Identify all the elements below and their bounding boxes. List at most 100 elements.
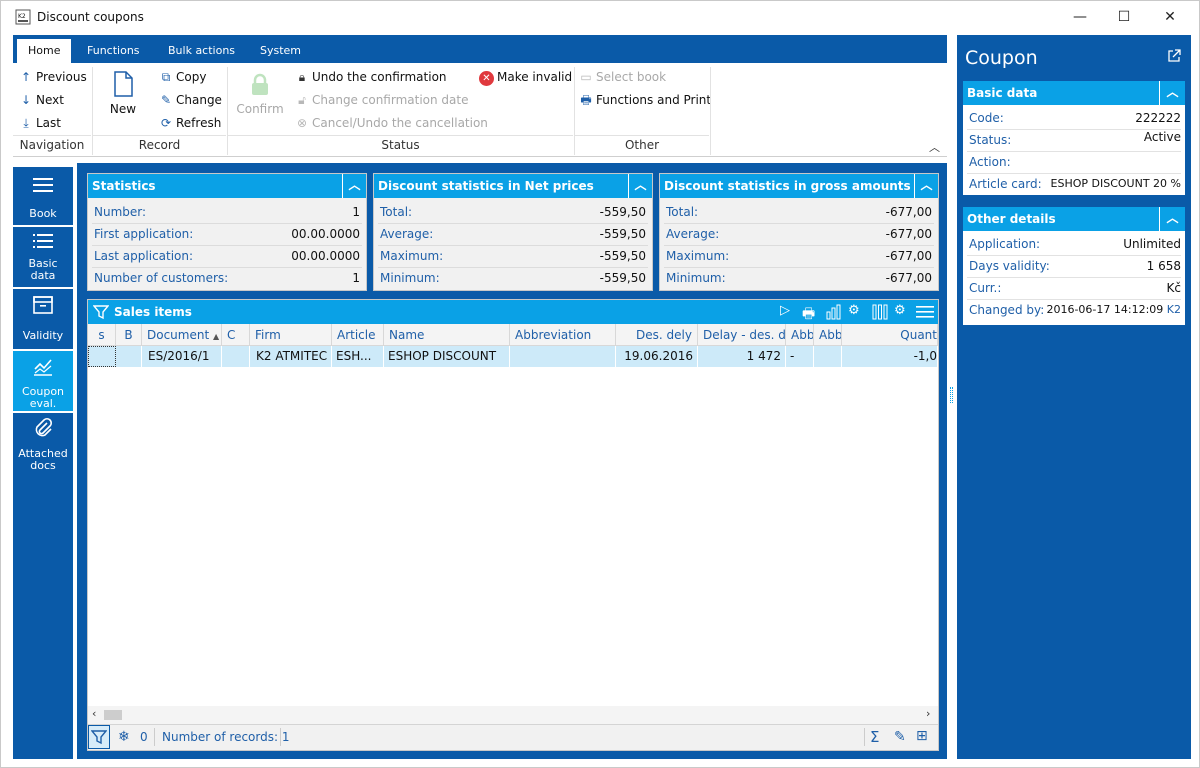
col-header-b[interactable]: B: [116, 324, 142, 346]
col-header-delay[interactable]: Delay - des. d.: [698, 324, 786, 346]
coupon-side-panel: Coupon Basic data ︿ Code: 222222 Status: Ac…: [957, 35, 1191, 759]
edit-icon[interactable]: ✎: [894, 729, 906, 745]
next-button[interactable]: ↓ Next: [19, 91, 64, 109]
lock-icon: [252, 73, 268, 95]
table-cell[interactable]: 1 472: [698, 346, 786, 367]
table-cell[interactable]: ESH...: [332, 346, 384, 367]
col-header-firm[interactable]: Firm: [250, 324, 332, 346]
copy-icon: ⧉: [161, 70, 171, 84]
nav-basic-data[interactable]: Basic data: [13, 233, 73, 285]
col-header-abb[interactable]: Abb: [814, 324, 842, 346]
col-header-quantity[interactable]: Quant: [842, 324, 938, 346]
gross-row: Total: -677,00: [666, 205, 932, 219]
table-cell[interactable]: [510, 346, 616, 367]
nav-coupon-eval[interactable]: Coupon eval.: [13, 351, 73, 411]
statistics-header: Statistics ︿: [88, 174, 366, 198]
collapse-chevron-icon[interactable]: ︿: [342, 174, 366, 198]
change-button[interactable]: ✎ Change: [159, 91, 222, 109]
menu-icon[interactable]: [916, 305, 934, 319]
collapse-chevron-icon[interactable]: ︿: [628, 174, 652, 198]
tab-functions[interactable]: Functions: [76, 41, 151, 63]
group-label-navigation: Navigation: [19, 138, 85, 152]
table-cell[interactable]: [116, 346, 142, 367]
collapse-chevron-icon[interactable]: ︿: [1159, 81, 1185, 105]
horizontal-scrollbar[interactable]: ‹ ›: [88, 706, 938, 724]
add-record-icon[interactable]: ⊞: [916, 728, 928, 744]
application-row: Application: Unlimited: [969, 237, 1181, 251]
scroll-left-icon[interactable]: ‹: [92, 707, 96, 720]
col-header-c[interactable]: C: [222, 324, 250, 346]
refresh-button[interactable]: ⟳ Refresh: [159, 114, 221, 132]
app-window: K2 Discount coupons — ☐ ✕ Home Functions…: [0, 0, 1200, 768]
col-header-abb[interactable]: Abb: [786, 324, 814, 346]
table-cell[interactable]: ESHOP DISCOUNT: [384, 346, 510, 367]
tab-home[interactable]: Home: [17, 39, 72, 63]
nav-attached-docs[interactable]: Attached docs: [13, 417, 73, 473]
change-confirmation-date-button[interactable]: 🔓︎ Change confirmation date: [295, 91, 468, 109]
table-cell[interactable]: K2 ATMITEC: [250, 346, 332, 367]
columns-icon[interactable]: [872, 304, 888, 320]
table-cell[interactable]: [814, 346, 842, 367]
col-header-des-dely[interactable]: Des. dely: [616, 324, 698, 346]
arrow-up-icon: ↑: [20, 70, 32, 84]
settings-gear-icon[interactable]: ⚙: [894, 303, 906, 318]
table-cell[interactable]: [222, 346, 250, 367]
ribbon: ↑ Previous ↓ Next ⤓ Last Navigation New ⧉ Co…: [13, 63, 947, 157]
col-header-article[interactable]: Article: [332, 324, 384, 346]
changed-by-user-link[interactable]: K2: [1167, 303, 1181, 316]
nav-validity[interactable]: Validity: [13, 295, 73, 347]
other-details-panel: Other details ︿ Application: Unlimited Day…: [963, 207, 1185, 325]
new-button[interactable]: New: [101, 71, 145, 116]
col-header-document[interactable]: Document ▲: [142, 324, 222, 346]
make-invalid-button[interactable]: ✕ Make invalid: [479, 68, 572, 86]
filter-toggle-button[interactable]: [88, 725, 110, 749]
frozen-count: 0: [140, 730, 148, 744]
last-button[interactable]: ⤓ Last: [19, 114, 61, 132]
stat-row: First application: 00.00.0000: [94, 227, 360, 241]
play-icon[interactable]: ▷: [780, 303, 790, 318]
table-cell[interactable]: -: [786, 346, 814, 367]
select-book-button[interactable]: ▭ Select book: [579, 68, 666, 86]
table-cell[interactable]: 19.06.2016: [616, 346, 698, 367]
snowflake-icon[interactable]: ❄: [118, 729, 130, 745]
stat-row: Number of customers: 1: [94, 271, 360, 285]
app-logo-icon: K2: [15, 9, 31, 25]
previous-button[interactable]: ↑ Previous: [19, 68, 87, 86]
panel-splitter[interactable]: [947, 35, 957, 759]
table-cell[interactable]: [88, 346, 116, 367]
bar-chart-icon[interactable]: [826, 304, 842, 320]
functions-print-button[interactable]: 🖶︎ Functions and Print: [579, 91, 711, 109]
arrow-down-icon: ↓: [20, 93, 32, 107]
col-header-abbreviation[interactable]: Abbreviation: [510, 324, 616, 346]
nav-book[interactable]: Book: [13, 173, 73, 225]
undo-confirmation-button[interactable]: 🔒︎ Undo the confirmation: [295, 68, 447, 86]
col-header-name[interactable]: Name: [384, 324, 510, 346]
arrow-last-icon: ⤓: [23, 116, 29, 130]
cancel-undo-cancellation-button[interactable]: ⊗ Cancel/Undo the cancellation: [295, 114, 488, 132]
close-button[interactable]: ✕: [1147, 1, 1193, 33]
col-header-s[interactable]: s: [88, 324, 116, 346]
statistics-panel: Statistics ︿ Number: 1 First application: 0…: [87, 173, 367, 291]
group-label-status: Status: [381, 138, 420, 152]
copy-button[interactable]: ⧉ Copy: [159, 68, 207, 86]
minimize-button[interactable]: —: [1057, 1, 1103, 33]
external-link-icon[interactable]: [1167, 49, 1181, 63]
scroll-right-icon[interactable]: ›: [926, 707, 930, 720]
filter-icon[interactable]: [93, 304, 109, 320]
scroll-thumb[interactable]: [104, 710, 122, 720]
maximize-button[interactable]: ☐: [1101, 1, 1147, 33]
tab-bulk-actions[interactable]: Bulk actions: [157, 41, 246, 63]
group-icon[interactable]: ⚙︎: [848, 303, 860, 318]
confirm-button[interactable]: Confirm: [235, 73, 285, 116]
collapse-chevron-icon[interactable]: ︿: [914, 174, 938, 198]
table-cell[interactable]: -1,0: [842, 346, 938, 367]
tab-system[interactable]: System: [249, 41, 312, 63]
table-cell[interactable]: ES/2016/1: [142, 346, 222, 367]
currency-row: Curr.: Kč: [969, 281, 1181, 295]
collapse-ribbon-icon[interactable]: ︿: [929, 139, 940, 155]
sum-icon[interactable]: Σ: [870, 728, 879, 746]
basic-data-header: Basic data ︿: [963, 81, 1185, 105]
collapse-chevron-icon[interactable]: ︿: [1159, 207, 1185, 231]
cancel-circle-icon: ⊗: [296, 116, 308, 130]
gross-row: Minimum: -677,00: [666, 271, 932, 285]
